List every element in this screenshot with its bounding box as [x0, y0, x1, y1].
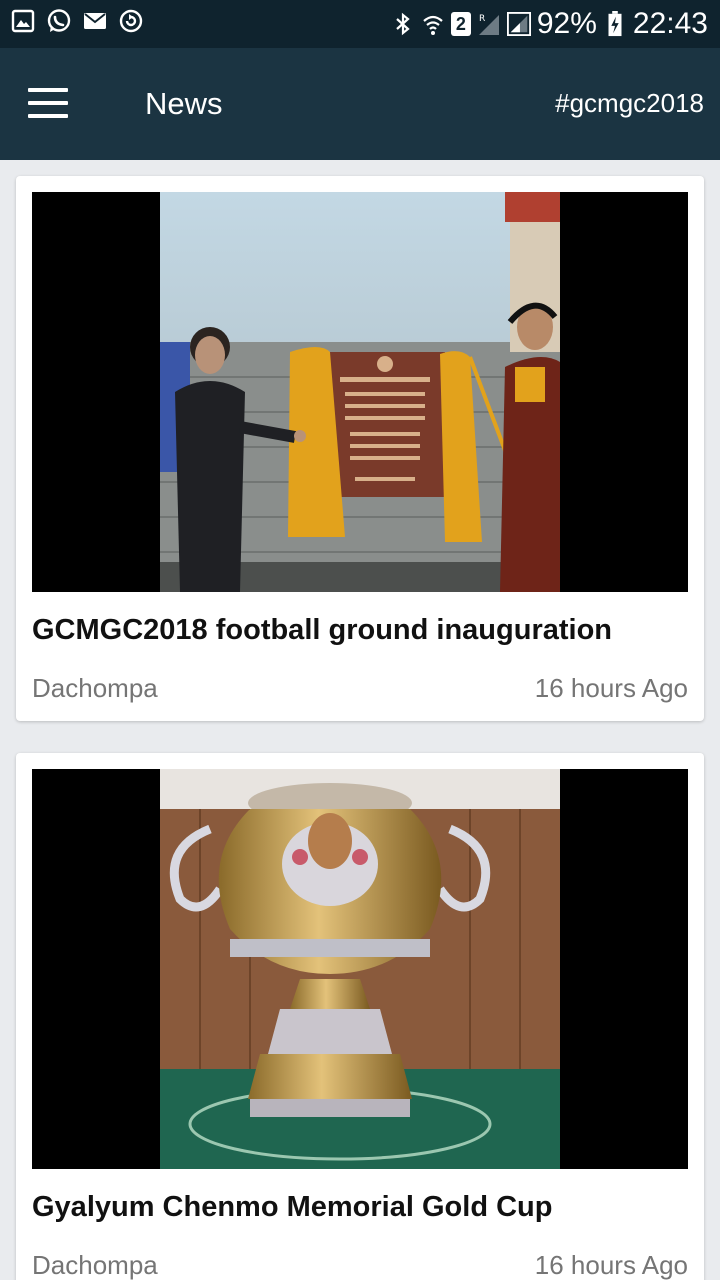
menu-line	[28, 101, 68, 105]
news-author: Dachompa	[32, 673, 158, 703]
news-card[interactable]: GCMGC2018 football ground inauguration D…	[16, 176, 704, 721]
svg-text:R: R	[479, 14, 485, 24]
roaming-signal-icon: R	[478, 14, 499, 35]
system-icons: 2 R 92% 22:43	[391, 6, 708, 42]
status-bar: 2 R 92% 22:43	[0, 0, 720, 48]
hamburger-menu-icon[interactable]	[28, 88, 68, 118]
wifi-icon	[423, 15, 443, 35]
menu-line	[28, 88, 68, 92]
news-title[interactable]: Gyalyum Chenmo Memorial Gold Cup	[32, 1191, 552, 1224]
mail-icon	[84, 13, 106, 29]
clock: 22:43	[632, 7, 708, 40]
gallery-icon	[11, 9, 35, 33]
sim-slot-badge: 2	[450, 12, 471, 36]
menu-line	[28, 114, 68, 118]
news-time: 16 hours Ago	[534, 1250, 688, 1280]
news-image[interactable]	[32, 769, 688, 1169]
news-title[interactable]: GCMGC2018 football ground inauguration	[32, 614, 612, 647]
news-time: 16 hours Ago	[534, 673, 688, 703]
app-bar: News #gcmgc2018	[0, 48, 720, 160]
news-author: Dachompa	[32, 1250, 158, 1280]
battery-percent: 92%	[536, 7, 597, 40]
hashtag-label: #gcmgc2018	[555, 88, 704, 118]
news-card[interactable]: Gyalyum Chenmo Memorial Gold Cup Dachomp…	[16, 753, 704, 1280]
battery-charging-icon	[608, 11, 622, 37]
inauguration-photo	[160, 192, 560, 592]
sync-icon	[119, 9, 143, 33]
page-title: News	[145, 86, 223, 121]
trophy-photo	[160, 769, 560, 1169]
whatsapp-icon	[47, 9, 71, 32]
news-image[interactable]	[32, 192, 688, 592]
bluetooth-icon	[396, 12, 410, 36]
notification-icons	[10, 8, 144, 34]
signal-icon	[506, 12, 531, 36]
